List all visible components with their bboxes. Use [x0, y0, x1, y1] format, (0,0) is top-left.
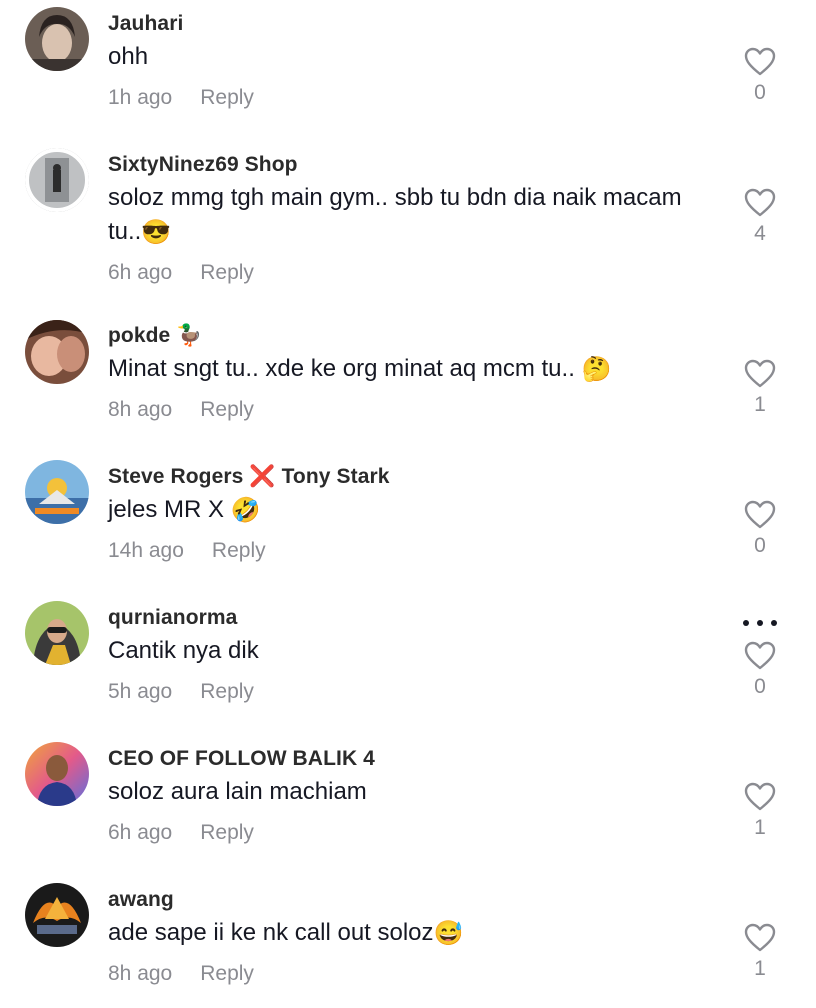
comment-username[interactable]: SixtyNinez69 Shop — [108, 153, 298, 177]
reply-button[interactable]: Reply — [200, 821, 254, 844]
emoji-icon: 🤣 — [230, 496, 261, 524]
avatar[interactable] — [25, 320, 89, 384]
comment-username[interactable]: Steve Rogers ❌ Tony Stark — [108, 465, 390, 489]
like-count: 0 — [754, 675, 766, 698]
heart-icon — [744, 782, 776, 811]
comment-username[interactable]: Jauhari — [108, 12, 183, 36]
like-button[interactable]: 4 — [740, 188, 780, 246]
like-button[interactable]: 0 — [740, 500, 780, 558]
reply-button[interactable]: Reply — [200, 86, 254, 109]
like-count: 1 — [754, 393, 766, 416]
comment-text: ade sape ii ke nk call out soloz😅 — [108, 916, 708, 951]
comment-time: 8h ago — [108, 398, 173, 421]
more-dots-icon[interactable] — [742, 612, 778, 628]
like-button[interactable]: 1 — [740, 359, 780, 417]
comment-username[interactable]: awang — [108, 888, 174, 912]
comment-time: 8h ago — [108, 962, 173, 985]
comment-username-suffix: Tony Stark — [281, 465, 390, 488]
comment-text: Minat sngt tu.. xde ke org minat aq mcm … — [108, 352, 708, 387]
comment-time: 6h ago — [108, 821, 173, 844]
comment-text: ohh — [108, 43, 149, 70]
reply-button[interactable]: Reply — [200, 261, 254, 284]
heart-icon — [744, 500, 776, 529]
like-count: 1 — [754, 957, 766, 980]
comment-meta: 8h ago Reply — [108, 962, 254, 986]
comment-time: 6h ago — [108, 261, 173, 284]
comment-text: jeles MR X 🤣 — [108, 493, 708, 528]
comment-time: 5h ago — [108, 680, 173, 703]
avatar[interactable] — [25, 601, 89, 665]
reply-button[interactable]: Reply — [200, 398, 254, 421]
cross-mark-icon: ❌ — [249, 465, 276, 489]
comment-time: 1h ago — [108, 86, 173, 109]
comment-meta: 5h ago Reply — [108, 680, 254, 704]
comment-meta: 6h ago Reply — [108, 821, 254, 845]
like-count: 0 — [754, 534, 766, 557]
comment-username-text: Steve Rogers — [108, 465, 244, 488]
comment-text: soloz aura lain machiam — [108, 778, 367, 805]
like-count: 1 — [754, 816, 766, 839]
reply-button[interactable]: Reply — [200, 680, 254, 703]
emoji-icon: 🤔 — [581, 355, 612, 383]
comment-text-body: soloz mmg tgh main gym.. sbb tu bdn dia … — [108, 184, 682, 245]
emoji-icon: 😅 — [433, 919, 464, 947]
like-count: 0 — [754, 81, 766, 104]
comment-username[interactable]: CEO OF FOLLOW BALIK 4 — [108, 747, 375, 771]
comment-meta: 1h ago Reply — [108, 86, 254, 110]
comment-text-body: jeles MR X — [108, 496, 225, 523]
comment-meta: 8h ago Reply — [108, 398, 254, 422]
comment-text: soloz mmg tgh main gym.. sbb tu bdn dia … — [108, 181, 708, 250]
comment-meta: 6h ago Reply — [108, 261, 254, 285]
avatar[interactable] — [25, 460, 89, 524]
avatar[interactable] — [25, 742, 89, 806]
avatar[interactable] — [25, 148, 89, 212]
emoji-icon: 😎 — [141, 218, 172, 246]
like-button[interactable]: 0 — [740, 641, 780, 699]
comment-username[interactable]: pokde 🦆 — [108, 324, 203, 348]
comment-username-text: pokde — [108, 324, 171, 347]
comment-username[interactable]: qurnianorma — [108, 606, 237, 630]
heart-icon — [744, 47, 776, 76]
avatar[interactable] — [25, 883, 89, 947]
heart-icon — [744, 641, 776, 670]
duck-emoji-icon: 🦆 — [176, 324, 203, 348]
like-button[interactable]: 1 — [740, 782, 780, 840]
comment-text-body: Minat sngt tu.. xde ke org minat aq mcm … — [108, 355, 575, 382]
heart-icon — [744, 923, 776, 952]
comment-meta: 14h ago Reply — [108, 539, 266, 563]
reply-button[interactable]: Reply — [200, 962, 254, 985]
heart-icon — [744, 188, 776, 217]
avatar[interactable] — [25, 7, 89, 71]
like-button[interactable]: 0 — [740, 47, 780, 105]
like-count: 4 — [754, 222, 766, 245]
reply-button[interactable]: Reply — [212, 539, 266, 562]
like-button[interactable]: 1 — [740, 923, 780, 981]
heart-icon — [744, 359, 776, 388]
comment-time: 14h ago — [108, 539, 184, 562]
comment-text: Cantik nya dik — [108, 637, 259, 664]
comment-text-body: ade sape ii ke nk call out soloz — [108, 919, 434, 946]
